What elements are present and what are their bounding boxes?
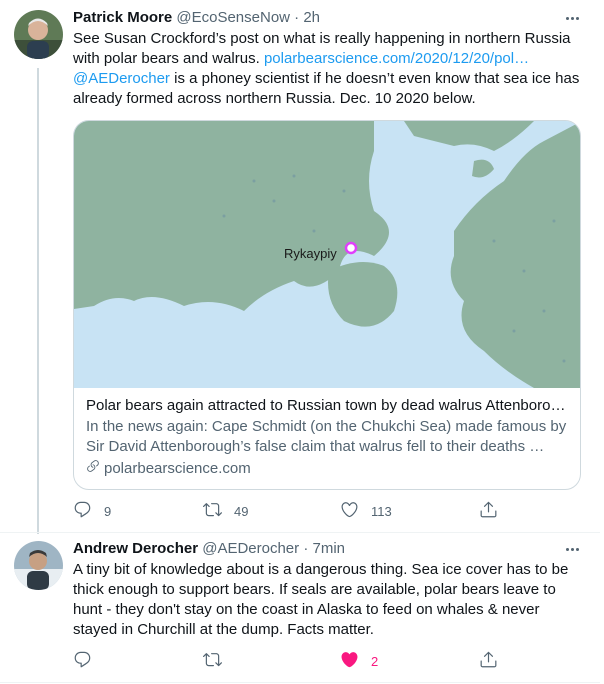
card-description: In the news again: Cape Schmidt (on the … xyxy=(86,418,567,455)
tweet-patrick-moore[interactable]: Patrick Moore @EcoSenseNow · 2h See Susa… xyxy=(0,0,600,534)
avatar[interactable] xyxy=(14,10,63,59)
retweet-icon xyxy=(203,500,222,522)
map-label: Rykaypiy xyxy=(284,246,337,261)
like-button[interactable]: 113 xyxy=(340,500,392,522)
more-icon[interactable] xyxy=(562,539,582,559)
like-button[interactable]: 2 xyxy=(340,650,378,672)
tweet-text: See Susan Crockford’s post on what is re… xyxy=(73,29,583,109)
tweet-andrew-derocher[interactable]: Andrew Derocher @AEDerocher · 7min A tin… xyxy=(0,533,600,682)
card-domain-text: polarbearscience.com xyxy=(104,460,251,477)
link-card[interactable]: Rykaypiy Polar bears again attracted to … xyxy=(73,120,581,490)
bottom-divider xyxy=(0,682,600,683)
card-map-image: Rykaypiy xyxy=(74,121,580,388)
separator: · xyxy=(303,540,309,557)
retweet-button[interactable] xyxy=(203,650,234,672)
display-name[interactable]: Andrew Derocher xyxy=(73,540,198,557)
card-title: Polar bears again attracted to Russian t… xyxy=(86,397,570,414)
link-icon xyxy=(86,459,100,479)
card-domain: polarbearscience.com xyxy=(86,459,570,479)
avatar[interactable] xyxy=(14,541,63,590)
retweet-count: 49 xyxy=(234,503,249,519)
share-icon xyxy=(479,650,498,672)
share-icon xyxy=(479,500,498,522)
display-name[interactable]: Patrick Moore xyxy=(73,9,172,26)
share-button[interactable] xyxy=(479,500,498,522)
tweet-link[interactable]: polarbearscience.com/2020/12/20/pol… xyxy=(264,50,529,67)
timestamp[interactable]: 7min xyxy=(313,540,346,557)
user-handle[interactable]: @EcoSenseNow xyxy=(176,9,290,26)
tweet-actions: 9 49 113 xyxy=(73,500,503,522)
timestamp[interactable]: 2h xyxy=(303,9,320,26)
like-count: 2 xyxy=(371,653,379,669)
tweet-actions: 2 xyxy=(73,650,503,672)
like-icon xyxy=(340,500,359,522)
more-icon[interactable] xyxy=(562,8,582,28)
thread-line xyxy=(37,68,39,534)
like-count: 113 xyxy=(371,503,392,519)
tweet-text: A tiny bit of knowledge about is a dange… xyxy=(73,561,569,638)
reply-button[interactable] xyxy=(73,650,104,672)
reply-count: 9 xyxy=(104,503,112,519)
mention-link[interactable]: @AEDerocher xyxy=(73,70,170,87)
retweet-button[interactable]: 49 xyxy=(203,500,248,522)
retweet-icon xyxy=(203,650,222,672)
like-icon xyxy=(340,650,359,672)
reply-icon xyxy=(73,500,92,522)
reply-button[interactable]: 9 xyxy=(73,500,111,522)
reply-icon xyxy=(73,650,92,672)
user-handle[interactable]: @AEDerocher xyxy=(202,540,299,557)
map-pin-icon xyxy=(344,241,358,255)
separator: · xyxy=(294,9,300,26)
card-body: Polar bears again attracted to Russian t… xyxy=(86,396,570,479)
tweet-header: Patrick Moore @EcoSenseNow · 2h xyxy=(73,8,320,28)
tweet-header: Andrew Derocher @AEDerocher · 7min xyxy=(73,539,345,559)
share-button[interactable] xyxy=(479,650,498,672)
